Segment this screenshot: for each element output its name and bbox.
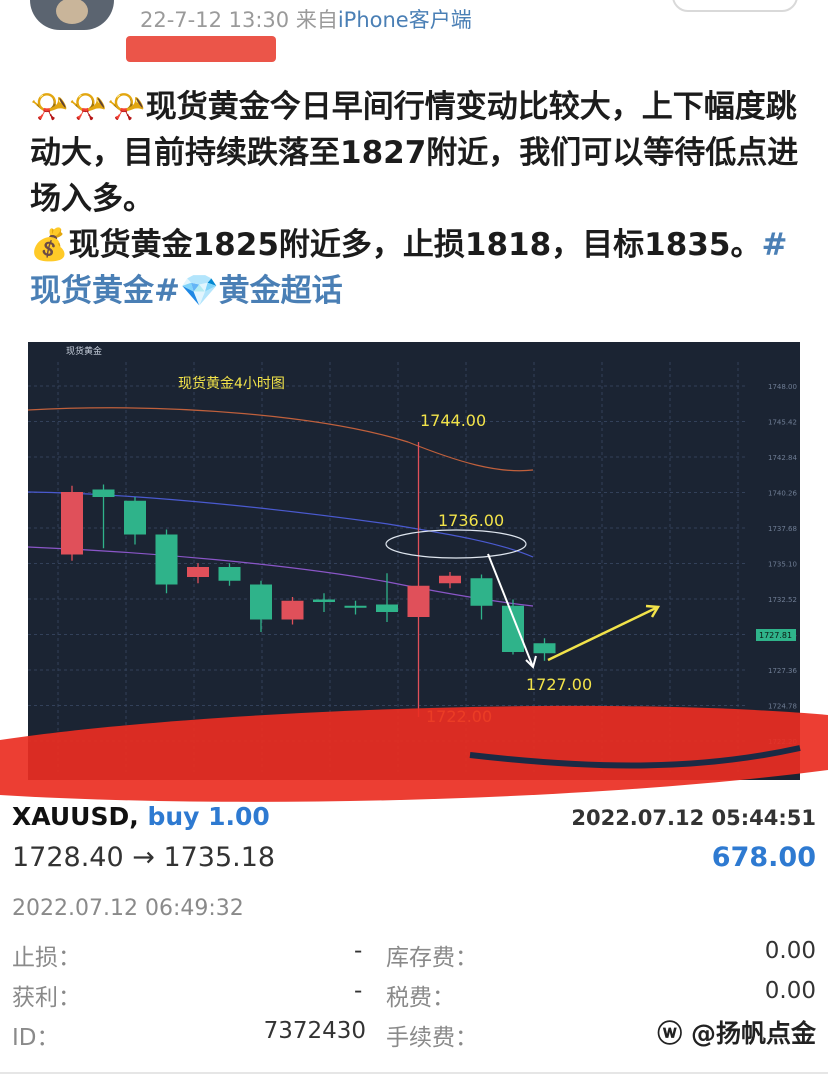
id-label: ID： [12, 1025, 60, 1051]
trade-profit: 678.00 [711, 842, 816, 873]
redaction-mark [126, 36, 276, 62]
y-tick-label: 1740.26 [768, 490, 797, 498]
post-meta: 22-7-12 13:30 来自iPhone客户端 [140, 4, 472, 34]
post-time: 22-7-12 13:30 [140, 8, 290, 32]
candle-body [470, 578, 493, 606]
trade-side: buy 1.00 [147, 802, 270, 831]
candle-body [250, 584, 272, 620]
y-tick-label: 1742.84 [768, 454, 797, 462]
trade-open-time: 2022.07.12 05:44:51 [571, 806, 816, 830]
candle-body [218, 567, 241, 581]
candle-body [376, 604, 398, 612]
stop-loss-value: - [354, 938, 363, 964]
swap-value: 0.00 [764, 938, 816, 964]
candle-body [407, 585, 430, 617]
weibo-icon: ⓦ [657, 1019, 683, 1048]
user-avatar[interactable] [30, 0, 114, 30]
swap-label: 库存费： [386, 945, 478, 971]
y-tick-label: 1732.52 [768, 596, 797, 604]
id-value: 7372430 [263, 1018, 366, 1044]
follow-button[interactable] [672, 0, 798, 12]
horn-icon: 📯📯📯 [30, 89, 146, 125]
annotation-1727: 1727.00 [526, 675, 592, 694]
take-profit-value: - [354, 978, 363, 1004]
candle-body [187, 567, 209, 577]
commission-label: 手续费： [386, 1025, 478, 1051]
diamond-icon: 💎 [179, 273, 219, 309]
candle-body [155, 534, 178, 585]
stop-loss-label: 止损： [12, 945, 81, 971]
y-tick-label: 1727.36 [768, 667, 797, 675]
trade-prices: 1728.40 → 1735.18 [12, 842, 276, 873]
trade-symbol: XAUUSD, buy 1.00 [12, 802, 270, 831]
trade-close-time: 2022.07.12 06:49:32 [12, 896, 244, 921]
candle-body [124, 500, 146, 535]
red-scribble-redaction [0, 705, 828, 802]
annotation-high: 1744.00 [420, 411, 486, 430]
tax-label: 税费： [386, 985, 455, 1011]
candle-body [61, 492, 83, 555]
post-body: 📯📯📯现货黄金今日早间行情变动比较大，上下幅度跳动大，目前持续跌落至1827附近… [30, 84, 800, 314]
y-tick-label: 1745.42 [768, 419, 797, 427]
candle-body [439, 575, 461, 584]
money-bag-icon: 💰 [30, 227, 69, 263]
y-tick-label: 1735.10 [768, 561, 797, 569]
y-tick-label: 1737.68 [768, 525, 797, 533]
post-line-2: 现货黄金1825附近多，止损1818，目标1835。 [68, 227, 762, 263]
candle-body [313, 599, 335, 602]
candle-body [533, 643, 556, 654]
candle-body [344, 605, 367, 608]
annotation-1736: 1736.00 [438, 511, 504, 530]
candle-body [502, 605, 524, 652]
take-profit-label: 获利： [12, 985, 81, 1011]
post-line-1: 现货黄金今日早间行情变动比较大，上下幅度跳动大，目前持续跌落至1827附近，我们… [30, 89, 799, 217]
chart-title: 现货黄金4小时图 [178, 375, 285, 392]
chart-symbol-label: 现货黄金 [66, 345, 102, 357]
supertopic-link[interactable]: 黄金超话 [219, 273, 343, 309]
tax-value: 0.00 [764, 978, 816, 1004]
candle-body [92, 489, 115, 497]
divider [0, 1072, 828, 1074]
post-source[interactable]: iPhone客户端 [338, 8, 472, 32]
highlight-ellipse [385, 529, 527, 559]
candle-body [281, 600, 304, 620]
current-price-label: 1727.81 [759, 631, 792, 640]
post-source-prefix: 来自 [295, 8, 338, 32]
watermark: ⓦ @扬帆点金 [657, 1019, 816, 1048]
y-tick-label: 1748.00 [768, 383, 797, 391]
